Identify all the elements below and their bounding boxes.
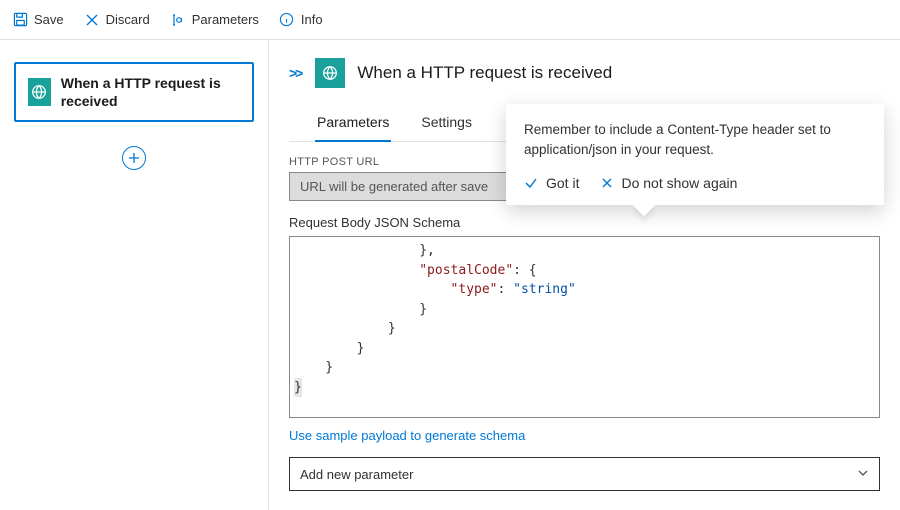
collapse-button[interactable]: >> [289,65,301,81]
http-trigger-icon [28,78,51,106]
tab-settings[interactable]: Settings [419,106,474,141]
parameters-icon [170,12,186,28]
schema-editor[interactable]: }, "postalCode": { "type": "string" } } … [289,236,880,418]
callout-beak [633,194,656,217]
details-header: >> When a HTTP request is received [289,58,880,88]
use-sample-payload-link[interactable]: Use sample payload to generate schema [289,428,525,443]
close-icon [84,12,100,28]
parameters-label: Parameters [192,12,259,27]
add-parameter-dropdown[interactable]: Add new parameter [289,457,880,491]
trigger-card[interactable]: When a HTTP request is received [14,62,254,122]
http-trigger-icon [315,58,345,88]
info-label: Info [301,12,323,27]
info-icon [279,12,295,28]
callout-message: Remember to include a Content-Type heade… [524,120,866,159]
dont-show-label: Do not show again [621,175,737,191]
command-bar: Save Discard Parameters Info [0,0,900,40]
add-parameter-label: Add new parameter [300,467,413,482]
designer-outline-pane: When a HTTP request is received [0,40,269,510]
parameters-button[interactable]: Parameters [170,12,259,28]
trigger-card-title: When a HTTP request is received [61,74,240,110]
save-label: Save [34,12,64,27]
add-step-button[interactable] [122,146,146,170]
callout-dont-show-button[interactable]: Do not show again [601,175,737,191]
schema-label: Request Body JSON Schema [289,215,880,230]
info-button[interactable]: Info [279,12,323,28]
got-it-label: Got it [546,175,579,191]
save-button[interactable]: Save [12,12,64,28]
save-icon [12,12,28,28]
info-callout: Remember to include a Content-Type heade… [506,104,884,205]
discard-button[interactable]: Discard [84,12,150,28]
tab-parameters[interactable]: Parameters [315,106,391,142]
chevron-down-icon [857,467,869,482]
callout-got-it-button[interactable]: Got it [524,175,579,191]
details-title: When a HTTP request is received [357,63,612,83]
details-pane: >> When a HTTP request is received Param… [269,40,900,510]
discard-label: Discard [106,12,150,27]
